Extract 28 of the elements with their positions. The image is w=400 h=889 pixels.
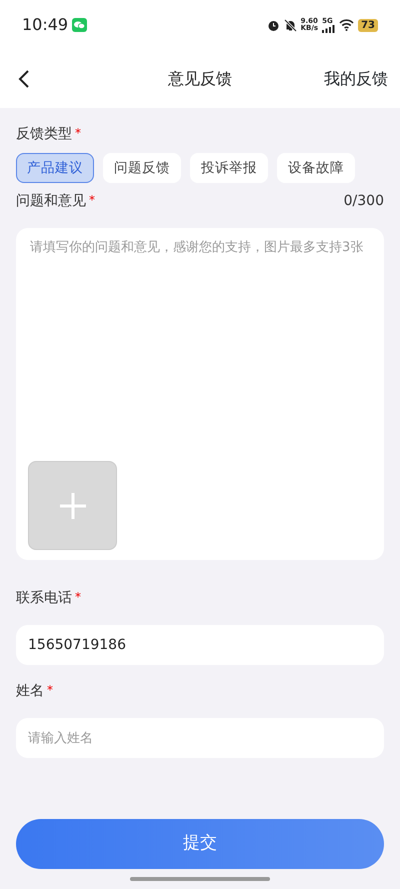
type-chip[interactable]: 设备故障 — [277, 153, 355, 184]
character-counter: 0/300 — [344, 192, 384, 212]
type-chip[interactable]: 投诉举报 — [190, 153, 268, 184]
plus-icon — [58, 492, 86, 520]
wifi-icon — [339, 19, 354, 31]
required-mark: * — [89, 192, 95, 210]
alarm-icon — [266, 18, 280, 32]
phone-field[interactable]: 15650719186 — [16, 625, 384, 666]
signal-icon — [322, 24, 336, 32]
bell-off-icon — [284, 18, 297, 32]
feedback-box[interactable]: 请填写你的问题和意见，感谢您的支持，图片最多支持3张 — [16, 228, 384, 560]
field-label: 问题和意见 — [16, 192, 86, 212]
submit-button[interactable]: 提交 — [16, 819, 384, 869]
type-chip[interactable]: 问题反馈 — [103, 153, 181, 184]
required-mark: * — [75, 589, 81, 606]
page-title: 意见反馈 — [168, 68, 232, 90]
name-field[interactable]: 请输入姓名 — [16, 718, 384, 758]
required-mark: * — [47, 682, 53, 700]
field-label: 联系电话 — [16, 589, 72, 608]
battery-level: 73 — [358, 18, 378, 32]
type-chip[interactable]: 产品建议 — [16, 153, 94, 184]
back-icon[interactable] — [18, 69, 30, 89]
clock-time: 10:49 — [22, 14, 68, 36]
required-mark: * — [75, 125, 81, 142]
field-label: 反馈类型 — [16, 125, 72, 144]
chat-app-icon — [72, 18, 88, 32]
field-label: 姓名 — [16, 682, 44, 702]
my-feedback-link[interactable]: 我的反馈 — [324, 67, 388, 91]
